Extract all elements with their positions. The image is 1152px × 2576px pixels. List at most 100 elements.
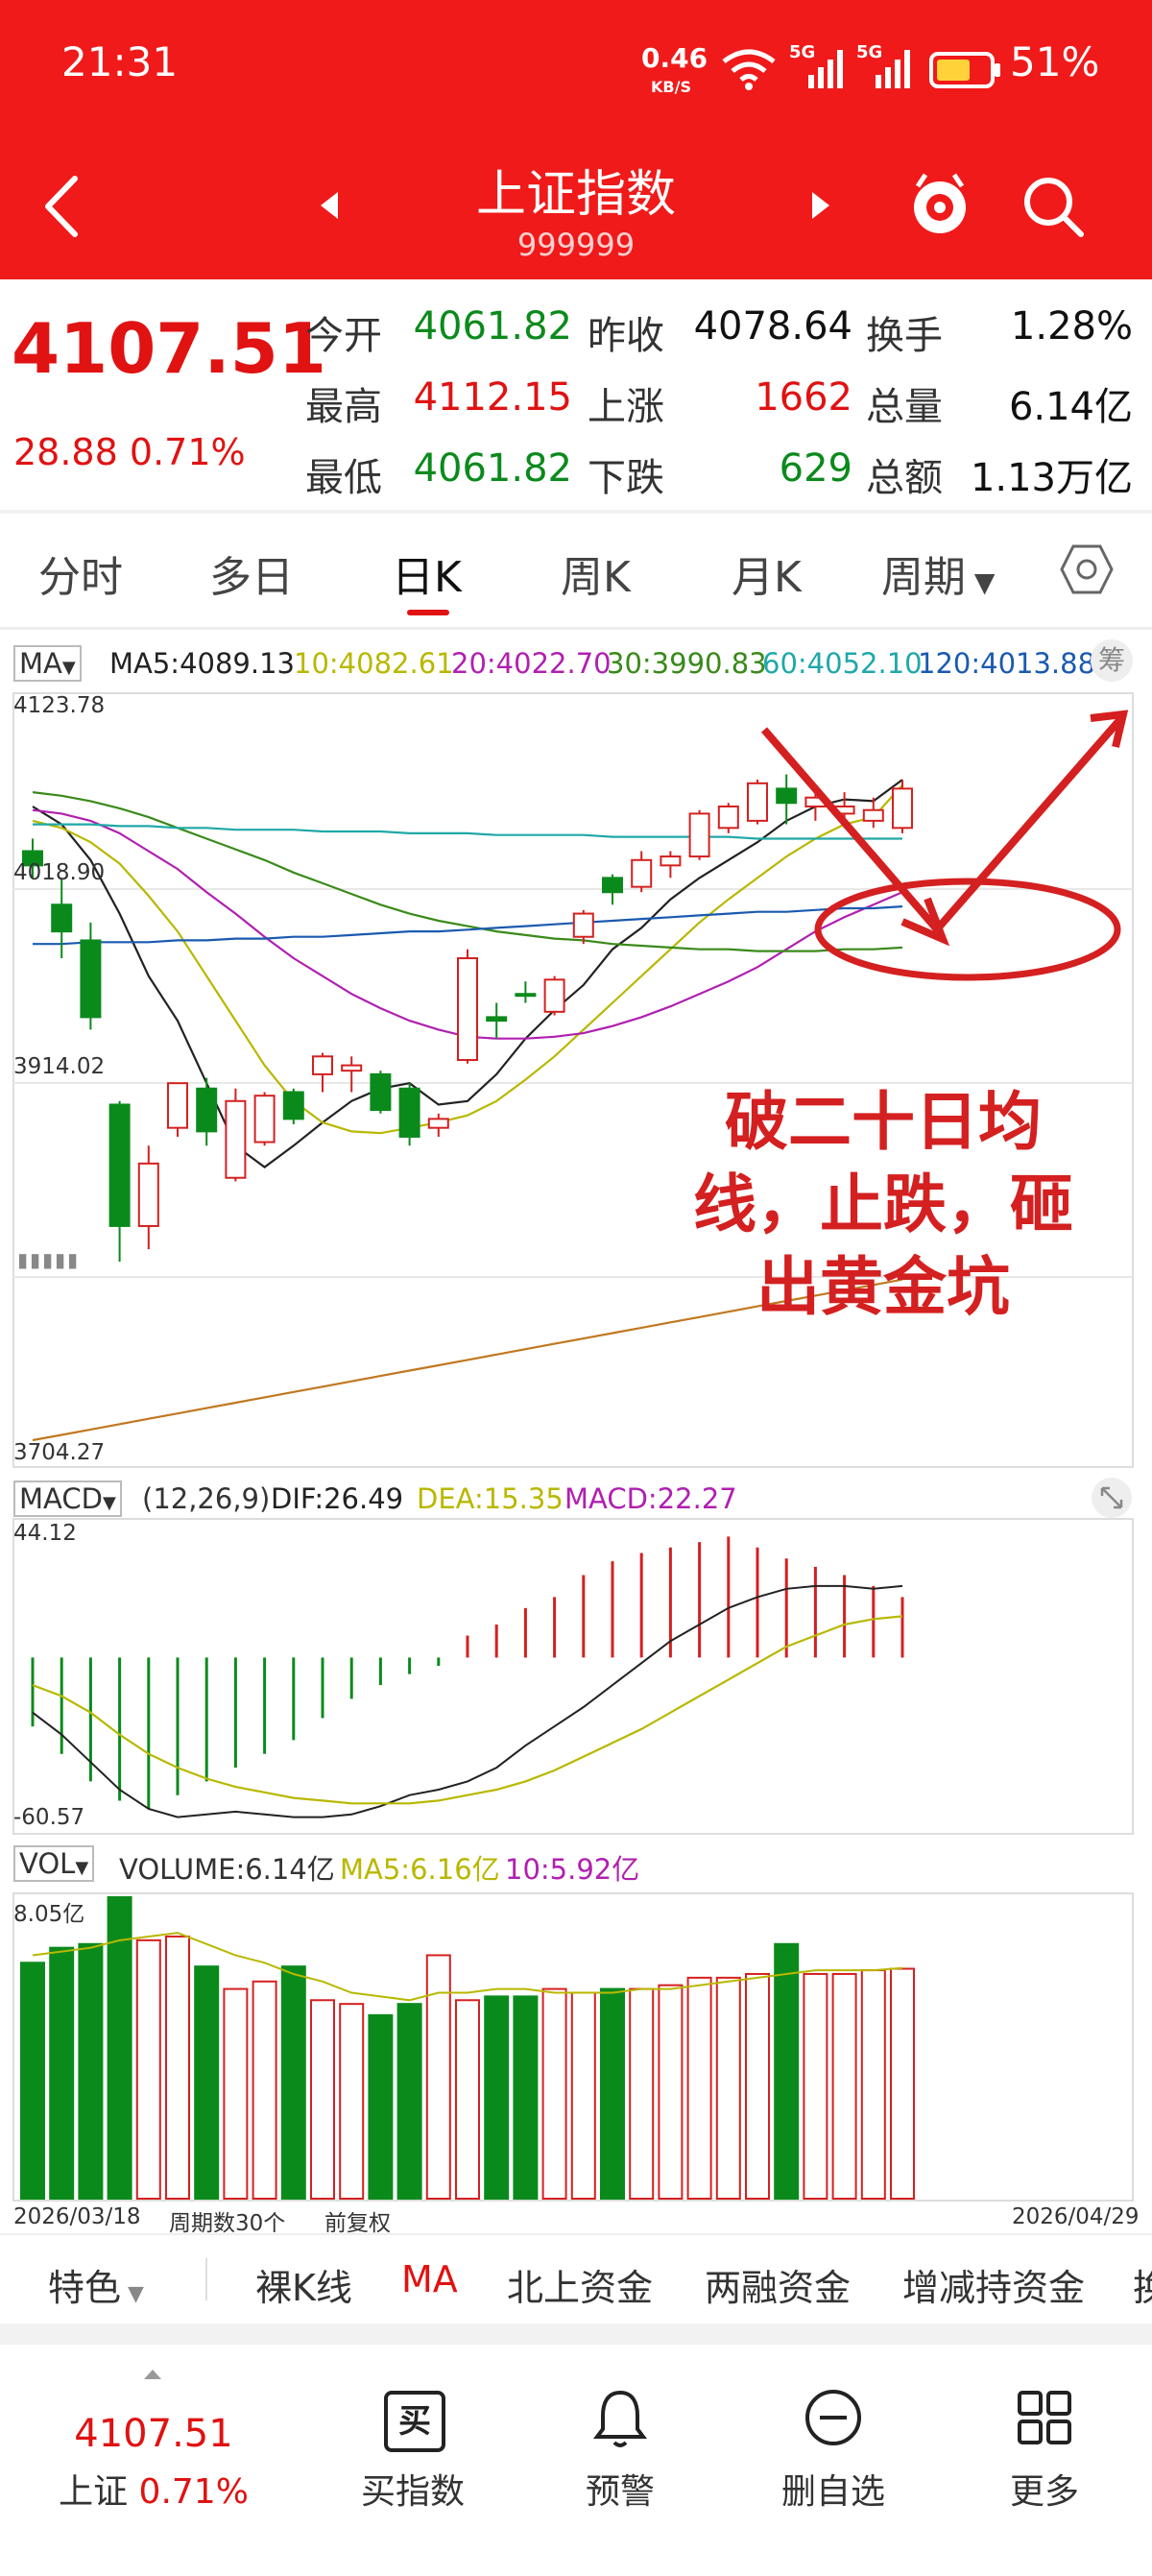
candle-body <box>167 1082 188 1129</box>
nav-index-change[interactable]: 上证 0.71% <box>38 2464 269 2514</box>
volume-bar <box>803 1972 828 2200</box>
candle-body <box>282 1091 304 1120</box>
volume-bar <box>774 1942 800 2201</box>
feature-selector[interactable]: 特色 ▼ <box>48 2258 144 2311</box>
candle-body <box>486 1016 508 1023</box>
candle-body <box>225 1099 247 1179</box>
axis-start-date: 2026/03/18 <box>13 2204 141 2229</box>
annotation-drawing <box>760 710 1129 981</box>
volume-bar <box>715 1976 741 2200</box>
volume-bar <box>396 2003 422 2201</box>
candle-body <box>312 1055 333 1075</box>
feature-margin[interactable]: 两融资金 <box>705 2258 851 2311</box>
divider <box>205 2258 207 2300</box>
volume-bar <box>629 1987 655 2200</box>
volume-bar <box>339 2003 365 2201</box>
macd-axis-bottom: -60.57 <box>13 1805 85 1830</box>
vol-ma10: 10:5.92亿 <box>505 1853 640 1886</box>
volume-bar <box>165 1935 190 2201</box>
feature-naked-k[interactable]: 裸K线 <box>255 2258 352 2311</box>
volume-bar <box>513 1995 539 2200</box>
candle-body <box>717 805 739 830</box>
nav-index-price[interactable]: 4107.51 <box>38 2412 269 2456</box>
feature-ma[interactable]: MA <box>401 2258 458 2300</box>
candle-body <box>862 808 884 822</box>
candle-body <box>631 858 653 888</box>
vol-ma5: MA5:6.16亿 <box>340 1853 500 1886</box>
kline-panel-border <box>12 692 1134 1468</box>
vol-legend: VOL▼ VOLUME:6.14亿 MA5:6.16亿 10:5.92亿 <box>13 1845 1152 1886</box>
axis-periods: 周期数30个 <box>169 2211 286 2236</box>
remove-icon[interactable] <box>803 2387 864 2448</box>
candle-body <box>80 939 102 1019</box>
macd-legend: MACD▼ (12,26,9) DIF:26.49 DEA:15.35 MACD… <box>13 1478 1152 1519</box>
volume-bar <box>49 1946 75 2200</box>
feature-northbound[interactable]: 北上资金 <box>507 2258 653 2311</box>
arrow-path <box>760 715 1125 933</box>
price-axis-mid2: 3914.02 <box>13 1054 106 1079</box>
candle-body <box>196 1087 218 1133</box>
candle-body <box>776 787 798 805</box>
candle-body <box>543 978 565 1013</box>
volume-bar <box>658 1984 684 2200</box>
feature-holding-change[interactable]: 增减持资金 <box>902 2258 1085 2311</box>
volume-bar <box>20 1962 45 2200</box>
dif-line <box>32 1584 903 1818</box>
volume-bar <box>745 1972 770 2200</box>
axis-end-date: 2026/04/29 <box>1012 2204 1140 2229</box>
candle-body <box>602 877 623 894</box>
macd-panel-border <box>12 1518 1134 1835</box>
volume-bar <box>484 1995 510 2200</box>
bottom-nav: 4107.51 上证 0.71% 买 买指数 预警 删自选 更多 <box>0 2345 1152 2576</box>
volume-bar <box>890 1967 915 2201</box>
price-axis-bottom: 3704.27 <box>13 1440 106 1465</box>
nav-remove-watch[interactable]: 删自选 <box>747 2464 920 2514</box>
candle-body <box>572 912 594 938</box>
nav-buy-index[interactable]: 买指数 <box>326 2464 499 2514</box>
divider <box>0 2323 1152 2345</box>
vol-ma5-line <box>32 1932 903 2002</box>
expand-icon[interactable] <box>1091 1477 1133 1519</box>
macd-selector[interactable]: MACD▼ <box>13 1481 122 1517</box>
volume-bar <box>686 1976 712 2200</box>
price-marker-ticks: ▮▮▮▮▮ <box>17 1248 81 1271</box>
candle-body <box>892 787 913 830</box>
volume-bar <box>570 1991 596 2200</box>
candle-body <box>398 1087 420 1138</box>
grid-icon[interactable] <box>1016 2389 1073 2446</box>
bell-icon[interactable] <box>591 2387 649 2450</box>
candle-body <box>51 903 73 933</box>
candle-body <box>515 993 537 998</box>
macd-axis-top: 44.12 <box>13 1521 77 1546</box>
buy-icon[interactable]: 买 <box>384 2391 445 2452</box>
volume-bar <box>310 1999 335 2201</box>
candle-body <box>108 1103 131 1227</box>
volume-bar <box>78 1942 104 2201</box>
nav-alert[interactable]: 预警 <box>534 2464 707 2514</box>
macd-dif: DIF:26.49 <box>271 1482 404 1515</box>
volume-bar <box>600 1987 625 2200</box>
nav-more[interactable]: 更多 <box>958 2464 1131 2514</box>
vol-axis-top: 8.05亿 <box>13 1902 85 1927</box>
caret-down-icon: ▼ <box>102 1493 116 1513</box>
volume-bar <box>368 2013 394 2201</box>
vol-selector[interactable]: VOL▼ <box>13 1845 95 1882</box>
caret-down-icon: ▼ <box>121 2282 144 2306</box>
volume-bar <box>252 1980 277 2200</box>
macd-value: MACD:22.27 <box>564 1482 737 1515</box>
candle-body <box>427 1118 449 1129</box>
ma-line-ma30 <box>32 791 903 952</box>
volume-bar <box>280 1965 306 2200</box>
candle-body <box>253 1095 276 1144</box>
volume-bar <box>831 1972 857 2200</box>
volume-bar <box>455 1999 480 2201</box>
caret-up-icon <box>144 2370 161 2379</box>
volume-bar <box>860 1969 886 2200</box>
candle-body <box>747 782 768 822</box>
candle-body <box>660 855 682 867</box>
vol-volume: VOLUME:6.14亿 <box>119 1853 335 1886</box>
axis-adjust: 前复权 <box>324 2211 391 2236</box>
volume-bar <box>425 1954 451 2200</box>
feature-overflow[interactable]: 换 <box>1133 2258 1152 2311</box>
macd-params: (12,26,9) <box>142 1482 271 1515</box>
